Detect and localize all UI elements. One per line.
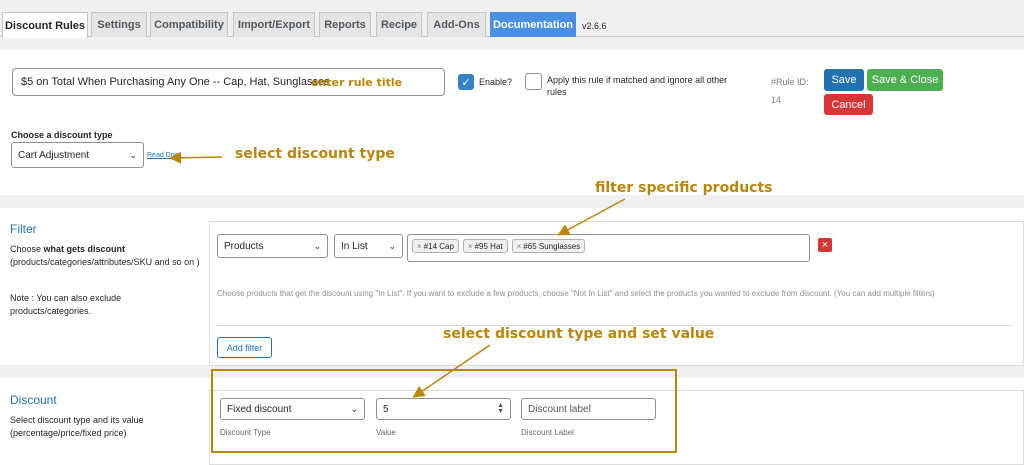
arrow-discount-value — [412, 344, 491, 398]
arrow-discount-type — [169, 151, 223, 164]
arrow-filter-products — [557, 198, 626, 236]
annotation-arrows — [169, 151, 626, 398]
